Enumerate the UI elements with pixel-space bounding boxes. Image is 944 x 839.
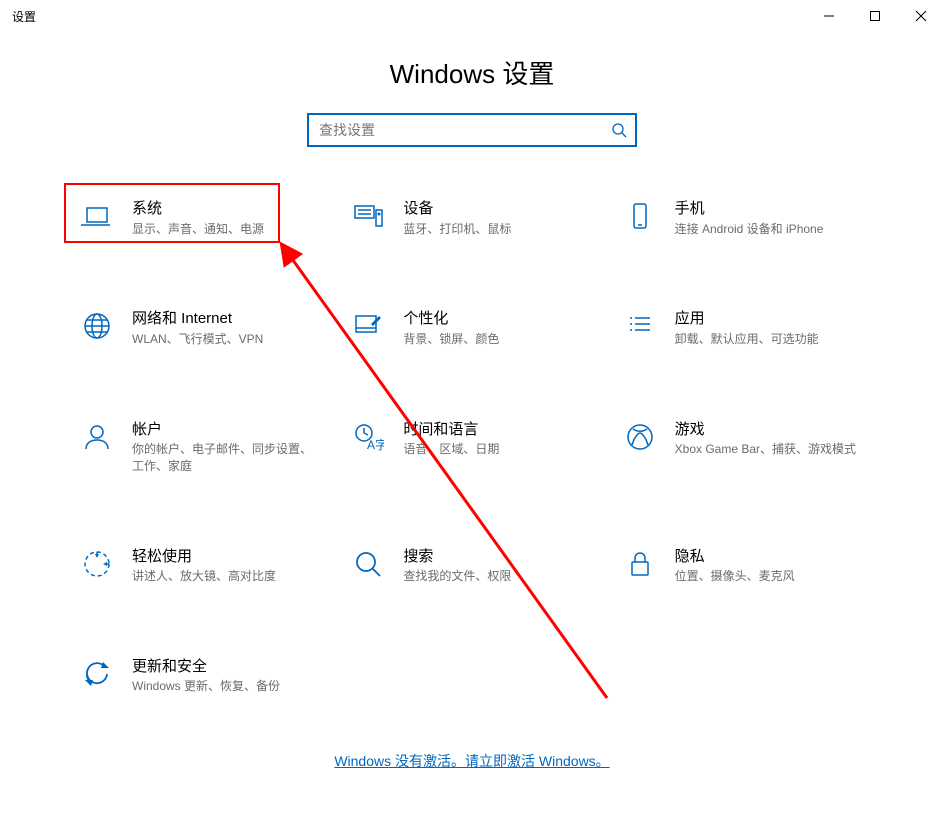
settings-tile-time-language[interactable]: A字 时间和语言 语音、区域、日期	[351, 420, 592, 475]
tile-desc: Windows 更新、恢复、备份	[132, 678, 321, 695]
tile-desc: 你的帐户、电子邮件、同步设置、工作、家庭	[132, 441, 321, 475]
laptop-icon	[80, 199, 114, 233]
tile-desc: 查找我的文件、权限	[403, 568, 592, 585]
search-container	[0, 113, 944, 147]
update-icon	[80, 657, 114, 691]
search-box[interactable]	[307, 113, 637, 147]
tile-title: 隐私	[675, 547, 864, 567]
tile-desc: WLAN、飞行模式、VPN	[132, 331, 321, 348]
settings-tile-gaming[interactable]: 游戏 Xbox Game Bar、捕获、游戏模式	[623, 420, 864, 475]
settings-grid: 系统 显示、声音、通知、电源 设备 蓝牙、打印机、鼠标 手机 连接 Androi…	[80, 199, 864, 695]
activation-link[interactable]: Windows 没有激活。请立即激活 Windows。	[334, 753, 609, 769]
tile-title: 轻松使用	[132, 547, 321, 567]
tile-title: 系统	[132, 199, 321, 219]
tile-desc: 讲述人、放大镜、高对比度	[132, 568, 321, 585]
tile-title: 网络和 Internet	[132, 309, 321, 329]
search-icon	[351, 547, 385, 581]
settings-tile-network[interactable]: 网络和 Internet WLAN、飞行模式、VPN	[80, 309, 321, 347]
minimize-button[interactable]	[806, 0, 852, 32]
titlebar: 设置	[0, 0, 944, 32]
tile-desc: 位置、摄像头、麦克风	[675, 568, 864, 585]
tile-title: 更新和安全	[132, 657, 321, 677]
tile-title: 应用	[675, 309, 864, 329]
window-title: 设置	[12, 8, 36, 25]
tile-title: 个性化	[403, 309, 592, 329]
tile-title: 帐户	[132, 420, 321, 440]
activation-notice: Windows 没有激活。请立即激活 Windows。	[0, 751, 944, 771]
tile-desc: 蓝牙、打印机、鼠标	[403, 221, 592, 238]
time-language-icon: A字	[351, 420, 385, 454]
close-button[interactable]	[898, 0, 944, 32]
svg-text:A字: A字	[367, 437, 384, 452]
settings-tile-search[interactable]: 搜索 查找我的文件、权限	[351, 547, 592, 585]
maximize-button[interactable]	[852, 0, 898, 32]
tile-desc: Xbox Game Bar、捕获、游戏模式	[675, 441, 864, 458]
phone-icon	[623, 199, 657, 233]
settings-tile-ease-of-access[interactable]: 轻松使用 讲述人、放大镜、高对比度	[80, 547, 321, 585]
lock-icon	[623, 547, 657, 581]
tile-desc: 显示、声音、通知、电源	[132, 221, 321, 238]
tile-desc: 背景、锁屏、颜色	[403, 331, 592, 348]
settings-tile-devices[interactable]: 设备 蓝牙、打印机、鼠标	[351, 199, 592, 237]
settings-tile-update[interactable]: 更新和安全 Windows 更新、恢复、备份	[80, 657, 321, 695]
window-controls	[806, 0, 944, 32]
tile-title: 搜索	[403, 547, 592, 567]
person-icon	[80, 420, 114, 454]
tile-title: 游戏	[675, 420, 864, 440]
settings-tile-apps[interactable]: 应用 卸载、默认应用、可选功能	[623, 309, 864, 347]
settings-tile-privacy[interactable]: 隐私 位置、摄像头、麦克风	[623, 547, 864, 585]
tile-desc: 连接 Android 设备和 iPhone	[675, 221, 864, 238]
paint-icon	[351, 309, 385, 343]
page-heading: Windows 设置	[0, 54, 944, 91]
settings-tile-phone[interactable]: 手机 连接 Android 设备和 iPhone	[623, 199, 864, 237]
apps-icon	[623, 309, 657, 343]
tile-title: 时间和语言	[403, 420, 592, 440]
globe-icon	[80, 309, 114, 343]
search-input[interactable]	[317, 121, 611, 139]
search-icon	[611, 122, 627, 138]
xbox-icon	[623, 420, 657, 454]
tile-title: 设备	[403, 199, 592, 219]
settings-tile-accounts[interactable]: 帐户 你的帐户、电子邮件、同步设置、工作、家庭	[80, 420, 321, 475]
settings-tile-personalization[interactable]: 个性化 背景、锁屏、颜色	[351, 309, 592, 347]
keyboard-icon	[351, 199, 385, 233]
tile-title: 手机	[675, 199, 864, 219]
tile-desc: 语音、区域、日期	[403, 441, 592, 458]
ease-icon	[80, 547, 114, 581]
tile-desc: 卸载、默认应用、可选功能	[675, 331, 864, 348]
settings-tile-system[interactable]: 系统 显示、声音、通知、电源	[80, 199, 321, 237]
